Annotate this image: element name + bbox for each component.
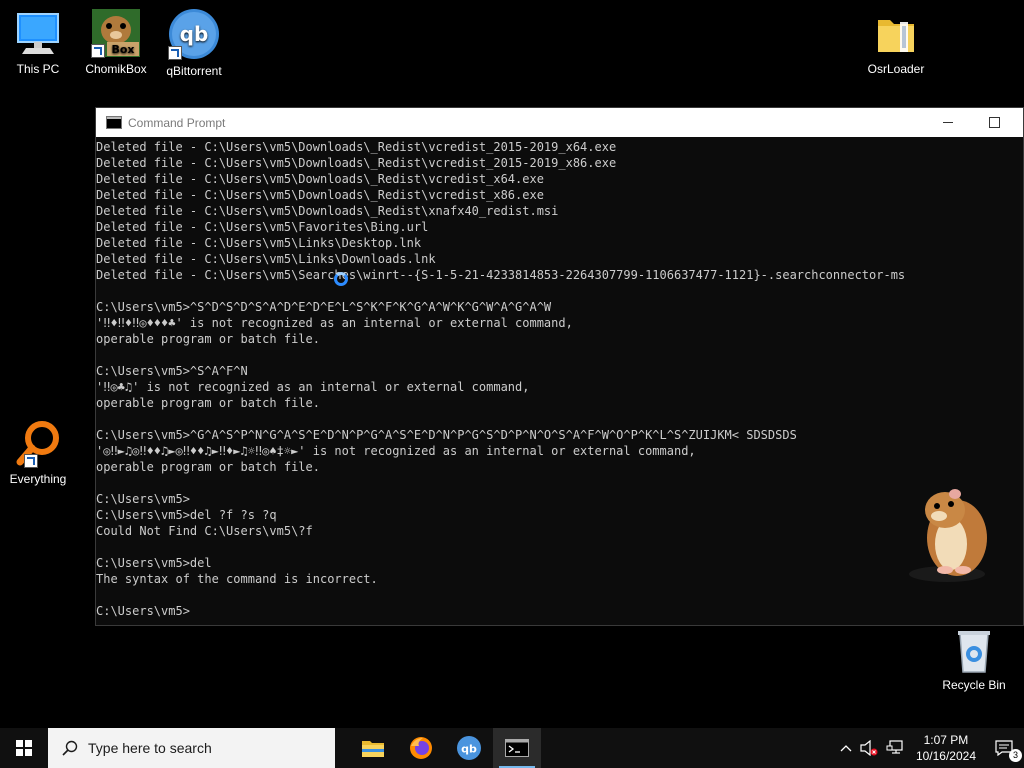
console-line: C:\Users\vm5>^S^A^F^N xyxy=(96,364,248,378)
minimize-icon xyxy=(943,122,953,123)
system-tray: 1:07 PM 10/16/2024 3 xyxy=(836,728,1024,768)
desktop-icon-recycle-bin[interactable]: Recycle Bin xyxy=(936,626,1012,692)
recycle-bin-icon xyxy=(950,626,998,674)
taskbar-command-prompt[interactable] xyxy=(493,728,541,768)
console-line: C:\Users\vm5>del ?f ?s ?q xyxy=(96,508,277,522)
monitor-icon xyxy=(14,10,62,58)
magnifier-icon xyxy=(14,420,62,468)
box-badge-text: Box xyxy=(111,43,134,56)
console-line: C:\Users\vm5>del xyxy=(96,556,212,570)
minimize-button[interactable] xyxy=(925,108,971,137)
console-line: Deleted file - C:\Users\vm5\Favorites\Bi… xyxy=(96,220,429,234)
terminal-icon xyxy=(505,739,529,757)
qb-taskbar-text: qb xyxy=(461,743,477,756)
console-output[interactable]: Deleted file - C:\Users\vm5\Downloads\_R… xyxy=(96,137,1023,619)
window-titlebar[interactable]: Command Prompt xyxy=(96,108,1023,137)
desktop-icon-qbittorrent[interactable]: qb qBittorrent xyxy=(156,8,232,78)
taskbar-firefox[interactable] xyxy=(397,728,445,768)
console-line: operable program or batch file. xyxy=(96,332,320,346)
desktop-icon-label: OsrLoader xyxy=(867,62,925,76)
console-line: Could Not Find C:\Users\vm5\?f xyxy=(96,524,313,538)
console-line: C:\Users\vm5>^G^A^S^P^N^G^A^S^E^D^N^P^G^… xyxy=(96,428,797,442)
busy-cursor-icon xyxy=(334,272,348,286)
maximize-icon xyxy=(988,117,1000,128)
console-line: Deleted file - C:\Users\vm5\Searches\win… xyxy=(96,268,906,282)
taskbar-file-explorer[interactable] xyxy=(349,728,397,768)
tray-volume[interactable] xyxy=(856,728,882,768)
firefox-icon xyxy=(410,737,432,759)
shortcut-arrow-icon xyxy=(24,454,38,468)
console-line: The syntax of the command is incorrect. xyxy=(96,572,378,586)
console-line: C:\Users\vm5> xyxy=(96,604,190,618)
console-line: C:\Users\vm5>^S^D^S^D^S^A^D^E^D^E^L^S^K^… xyxy=(96,300,552,314)
taskbar-clock[interactable]: 1:07 PM 10/16/2024 xyxy=(908,732,984,764)
shortcut-arrow-icon xyxy=(91,44,105,58)
console-line: '‼◎♣♫' is not recognized as an internal … xyxy=(96,380,530,394)
search-placeholder: Type here to search xyxy=(88,740,212,756)
console-line: Deleted file - C:\Users\vm5\Downloads\_R… xyxy=(96,188,544,202)
tray-overflow-chevron[interactable] xyxy=(836,728,856,768)
hamster-box-icon: Box xyxy=(91,8,141,58)
desktop-icon-label: This PC xyxy=(16,62,60,76)
folder-icon xyxy=(362,741,384,757)
notification-count-badge: 3 xyxy=(1009,749,1022,762)
taskbar-search-box[interactable]: Type here to search xyxy=(48,728,335,768)
folder-icon xyxy=(872,10,920,58)
start-button[interactable] xyxy=(0,728,48,768)
console-line: operable program or batch file. xyxy=(96,460,320,474)
taskbar-qbittorrent[interactable]: qb xyxy=(445,728,493,768)
console-line: operable program or batch file. xyxy=(96,396,320,410)
console-line: '◎‼►♫◎‼♦♦♫►◎‼♦♦♫►‼♦►♫☼‼◎♠‡☼►' is not rec… xyxy=(96,444,696,458)
command-prompt-window[interactable]: Command Prompt Deleted file - C:\Users\v… xyxy=(95,107,1024,626)
hamster-pet-icon[interactable] xyxy=(905,482,997,586)
maximize-button[interactable] xyxy=(971,108,1017,137)
qb-badge-text: qb xyxy=(180,22,209,46)
console-line: '‼♦‼♦‼◎♦♦♦♣' is not recognized as an int… xyxy=(96,316,573,330)
desktop-icon-label: Everything xyxy=(9,472,67,486)
desktop-icon-label: Recycle Bin xyxy=(942,678,1006,692)
clock-time: 1:07 PM xyxy=(923,733,969,747)
volume-muted-icon xyxy=(860,740,878,756)
clock-date: 10/16/2024 xyxy=(915,749,976,763)
desktop-icon-osrloader[interactable]: OsrLoader xyxy=(858,10,934,76)
console-line: C:\Users\vm5> xyxy=(96,492,190,506)
desktop-icon-label: ChomikBox xyxy=(85,62,147,76)
desktop-icon-everything[interactable]: Everything xyxy=(0,420,76,486)
chevron-up-icon xyxy=(840,745,852,752)
network-icon xyxy=(886,740,903,754)
console-line: Deleted file - C:\Users\vm5\Links\Downlo… xyxy=(96,252,436,266)
windows-logo-icon xyxy=(16,740,32,756)
shortcut-arrow-icon xyxy=(168,46,182,60)
qbittorrent-icon: qb xyxy=(457,736,481,760)
action-center-button[interactable]: 3 xyxy=(984,728,1024,768)
desktop-icon-label: qBittorrent xyxy=(166,64,222,78)
desktop-icon-this-pc[interactable]: This PC xyxy=(0,10,76,76)
console-line: Deleted file - C:\Users\vm5\Downloads\_R… xyxy=(96,172,544,186)
cmd-app-icon xyxy=(106,116,122,129)
console-line: Deleted file - C:\Users\vm5\Downloads\_R… xyxy=(96,140,617,154)
qbittorrent-icon: qb xyxy=(168,8,220,60)
window-title: Command Prompt xyxy=(128,115,226,130)
taskbar: Type here to search qb 1:07 PM 10/16/202… xyxy=(0,728,1024,768)
search-icon xyxy=(62,740,78,756)
desktop-icon-chomikbox[interactable]: Box ChomikBox xyxy=(78,8,154,76)
console-line: Deleted file - C:\Users\vm5\Links\Deskto… xyxy=(96,236,422,250)
console-line: Deleted file - C:\Users\vm5\Downloads\_R… xyxy=(96,204,559,218)
console-line: Deleted file - C:\Users\vm5\Downloads\_R… xyxy=(96,156,617,170)
tray-network[interactable] xyxy=(882,728,908,768)
